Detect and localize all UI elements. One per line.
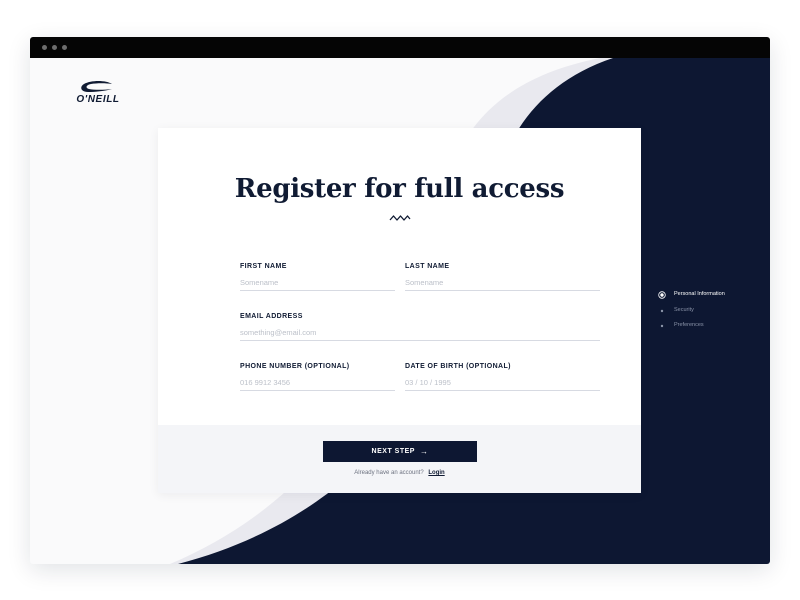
active-step-icon: [658, 291, 666, 299]
logo-wordmark: O'NEILL: [76, 94, 120, 105]
phone-input[interactable]: [240, 375, 395, 391]
last-name-input[interactable]: [405, 275, 600, 291]
last-name-label: LAST NAME: [405, 263, 450, 270]
step-label: Personal Information: [674, 291, 725, 297]
step-label: Preferences: [674, 322, 704, 328]
dob-input[interactable]: [405, 375, 600, 391]
dob-label: DATE OF BIRTH (OPTIONAL): [405, 363, 511, 370]
phone-label: PHONE NUMBER (OPTIONAL): [240, 363, 350, 370]
squiggle-divider-icon: [389, 215, 411, 221]
oneill-logo[interactable]: O'NEILL: [70, 81, 126, 107]
wave-logo-icon: [81, 81, 112, 92]
inactive-step-dot-icon: [660, 309, 664, 312]
login-link[interactable]: Login: [428, 470, 444, 476]
next-step-label: NEXT STEP: [371, 448, 415, 455]
login-prompt-row: Already have an account? Login: [158, 470, 641, 476]
window-dot-icon: [42, 45, 47, 50]
window-titlebar: [30, 37, 770, 58]
step-label: Security: [674, 306, 694, 313]
email-input[interactable]: [240, 325, 600, 341]
page-title: Register for full access: [234, 174, 565, 204]
browser-window: O'NEILL Register for full access FIRST N…: [30, 37, 770, 564]
registration-card: Register for full access FIRST NAME LAST…: [158, 128, 641, 493]
first-name-label: FIRST NAME: [240, 263, 287, 270]
login-prompt-text: Already have an account?: [354, 470, 424, 476]
next-step-button[interactable]: NEXT STEP →: [323, 441, 477, 462]
card-footer: NEXT STEP → Already have an account? Log…: [158, 425, 641, 493]
inactive-step-dot-icon: [660, 324, 664, 328]
window-dot-icon: [62, 45, 67, 50]
email-label: EMAIL ADDRESS: [240, 313, 303, 320]
arrow-right-icon: →: [419, 447, 429, 456]
window-dot-icon: [52, 45, 57, 50]
first-name-input[interactable]: [240, 275, 395, 291]
